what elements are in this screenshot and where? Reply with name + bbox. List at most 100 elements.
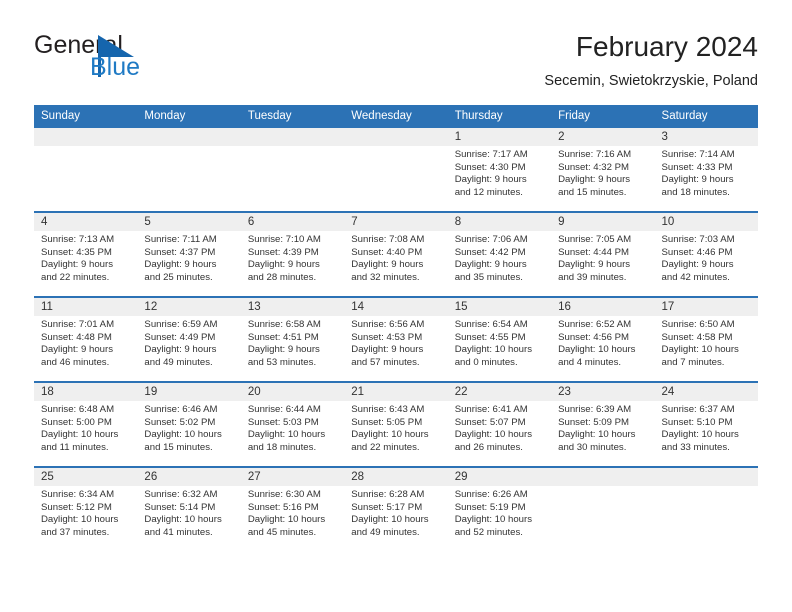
- calendar-day-cell[interactable]: 28 Sunrise: 6:28 AM Sunset: 5:17 PM Dayligh…: [344, 466, 448, 551]
- day-cell-inner: [344, 128, 448, 211]
- calendar-table: Sunday Monday Tuesday Wednesday Thursday Frid…: [34, 105, 758, 551]
- day-info-line: Daylight: 9 hours: [351, 259, 424, 271]
- calendar-day-cell[interactable]: 11 Sunrise: 7:01 AM Sunset: 4:48 PM Dayligh…: [34, 296, 138, 382]
- calendar-day-cell[interactable]: 13 Sunrise: 6:58 AM Sunset: 4:51 PM Dayligh…: [240, 296, 345, 382]
- calendar-week-row: 11 Sunrise: 7:01 AM Sunset: 4:48 PM Dayligh…: [34, 296, 758, 382]
- calendar-day-cell[interactable]: 3 Sunrise: 7:14 AM Sunset: 4:33 PM Daylight…: [654, 128, 758, 212]
- day-info-line: Sunrise: 7:01 AM: [41, 319, 115, 330]
- day-cell-inner: [137, 128, 241, 211]
- calendar-day-cell-empty: [344, 128, 448, 212]
- day-info-line: Sunset: 5:19 PM: [454, 501, 526, 513]
- day-info-line: and 42 minutes.: [661, 271, 730, 283]
- calendar-week-row: 25 Sunrise: 6:34 AM Sunset: 5:12 PM Dayligh…: [34, 466, 758, 551]
- day-number: 27: [240, 468, 345, 486]
- calendar-day-cell[interactable]: 22 Sunrise: 6:41 AM Sunset: 5:07 PM Dayligh…: [447, 381, 552, 467]
- calendar-day-cell[interactable]: 23 Sunrise: 6:39 AM Sunset: 5:09 PM Dayligh…: [551, 381, 655, 467]
- day-info-line: and 37 minutes.: [41, 526, 110, 538]
- calendar-day-cell[interactable]: 29 Sunrise: 6:26 AM Sunset: 5:19 PM Dayligh…: [447, 466, 552, 551]
- calendar-page: General Blue February 2024 Secemin, Swie…: [0, 0, 792, 612]
- calendar-day-cell[interactable]: 8 Sunrise: 7:06 AM Sunset: 4:42 PM Daylight…: [447, 211, 552, 297]
- calendar-day-cell[interactable]: 15 Sunrise: 6:54 AM Sunset: 4:55 PM Dayligh…: [447, 296, 552, 382]
- calendar-day-cell[interactable]: 4 Sunrise: 7:13 AM Sunset: 4:35 PM Daylight…: [34, 211, 138, 297]
- calendar-day-cell-empty: [240, 128, 345, 212]
- day-sun-info: Sunrise: 6:43 AM Sunset: 5:05 PM Daylight:…: [344, 401, 447, 454]
- day-sun-info: [655, 486, 758, 489]
- calendar-day-cell[interactable]: 7 Sunrise: 7:08 AM Sunset: 4:40 PM Daylight…: [344, 211, 448, 297]
- day-number: 18: [34, 383, 138, 401]
- calendar-day-cell[interactable]: 12 Sunrise: 6:59 AM Sunset: 4:49 PM Dayligh…: [137, 296, 241, 382]
- day-number: [240, 128, 345, 146]
- calendar-day-cell[interactable]: 5 Sunrise: 7:11 AM Sunset: 4:37 PM Daylight…: [137, 211, 241, 297]
- day-cell-inner: 28 Sunrise: 6:28 AM Sunset: 5:17 PM Dayligh…: [344, 468, 448, 551]
- calendar-day-cell[interactable]: 10 Sunrise: 7:03 AM Sunset: 4:46 PM Dayligh…: [654, 211, 758, 297]
- calendar-day-cell[interactable]: 9 Sunrise: 7:05 AM Sunset: 4:44 PM Daylight…: [551, 211, 655, 297]
- day-info-line: Sunrise: 6:58 AM: [247, 319, 321, 330]
- day-sun-info: Sunrise: 6:34 AM Sunset: 5:12 PM Daylight:…: [34, 486, 137, 539]
- calendar-week-row: 18 Sunrise: 6:48 AM Sunset: 5:00 PM Dayligh…: [34, 381, 758, 467]
- day-info-line: Daylight: 10 hours: [454, 344, 533, 356]
- weekday-header-wednesday: Wednesday: [344, 105, 448, 128]
- calendar-day-cell[interactable]: 16 Sunrise: 6:52 AM Sunset: 4:56 PM Dayligh…: [551, 296, 655, 382]
- day-info-line: Sunrise: 6:54 AM: [454, 319, 528, 330]
- day-info-line: and 53 minutes.: [247, 356, 317, 368]
- day-number: 28: [344, 468, 448, 486]
- day-info-line: and 4 minutes.: [558, 356, 622, 368]
- day-cell-inner: 15 Sunrise: 6:54 AM Sunset: 4:55 PM Dayligh…: [447, 298, 552, 381]
- day-info-line: Sunrise: 6:32 AM: [144, 489, 218, 500]
- day-number: 6: [240, 213, 345, 231]
- day-sun-info: Sunrise: 7:13 AM Sunset: 4:35 PM Daylight:…: [34, 231, 137, 284]
- day-sun-info: Sunrise: 6:26 AM Sunset: 5:19 PM Daylight:…: [448, 486, 551, 539]
- brand-logo: General Blue: [34, 30, 264, 92]
- day-info-line: Sunset: 5:00 PM: [41, 416, 112, 428]
- calendar-day-cell[interactable]: 20 Sunrise: 6:44 AM Sunset: 5:03 PM Dayligh…: [240, 381, 345, 467]
- day-info-line: and 22 minutes.: [41, 271, 110, 283]
- day-info-line: and 7 minutes.: [661, 356, 725, 368]
- calendar-day-cell[interactable]: 19 Sunrise: 6:46 AM Sunset: 5:02 PM Dayligh…: [137, 381, 241, 467]
- calendar-day-cell[interactable]: 21 Sunrise: 6:43 AM Sunset: 5:05 PM Dayligh…: [344, 381, 448, 467]
- calendar-day-cell[interactable]: 17 Sunrise: 6:50 AM Sunset: 4:58 PM Dayligh…: [654, 296, 758, 382]
- calendar-day-cell[interactable]: 1 Sunrise: 7:17 AM Sunset: 4:30 PM Daylight…: [447, 128, 552, 212]
- day-info-line: Sunset: 4:46 PM: [661, 246, 733, 258]
- calendar-day-cell[interactable]: 18 Sunrise: 6:48 AM Sunset: 5:00 PM Dayligh…: [34, 381, 138, 467]
- calendar-day-cell[interactable]: 27 Sunrise: 6:30 AM Sunset: 5:16 PM Dayligh…: [240, 466, 345, 551]
- day-cell-inner: 9 Sunrise: 7:05 AM Sunset: 4:44 PM Daylight…: [551, 213, 655, 296]
- day-info-line: Sunset: 5:02 PM: [144, 416, 216, 428]
- day-cell-inner: 5 Sunrise: 7:11 AM Sunset: 4:37 PM Daylight…: [137, 213, 241, 296]
- brand-name-blue: Blue: [90, 53, 141, 81]
- day-sun-info: Sunrise: 6:37 AM Sunset: 5:10 PM Daylight:…: [655, 401, 758, 454]
- day-info-line: and 18 minutes.: [661, 186, 730, 198]
- day-info-line: Sunset: 4:40 PM: [351, 246, 423, 258]
- day-info-line: Daylight: 9 hours: [558, 259, 631, 271]
- day-info-line: Daylight: 9 hours: [351, 344, 424, 356]
- day-number: 1: [447, 128, 552, 146]
- day-info-line: Sunrise: 7:06 AM: [454, 234, 528, 245]
- day-info-line: Sunrise: 6:52 AM: [558, 319, 632, 330]
- day-info-line: and 32 minutes.: [351, 271, 420, 283]
- day-sun-info: Sunrise: 6:30 AM Sunset: 5:16 PM Daylight:…: [241, 486, 344, 539]
- day-number: 22: [447, 383, 552, 401]
- day-cell-inner: 6 Sunrise: 7:10 AM Sunset: 4:39 PM Daylight…: [240, 213, 345, 296]
- day-sun-info: [551, 486, 654, 489]
- day-sun-info: Sunrise: 7:14 AM Sunset: 4:33 PM Daylight:…: [655, 146, 758, 199]
- day-info-line: Sunset: 5:16 PM: [247, 501, 319, 513]
- day-cell-inner: 7 Sunrise: 7:08 AM Sunset: 4:40 PM Daylight…: [344, 213, 448, 296]
- day-info-line: Sunset: 5:10 PM: [661, 416, 733, 428]
- day-info-line: Sunrise: 6:28 AM: [351, 489, 425, 500]
- day-cell-inner: 2 Sunrise: 7:16 AM Sunset: 4:32 PM Daylight…: [551, 128, 655, 211]
- day-number: 9: [551, 213, 655, 231]
- calendar-day-cell[interactable]: 24 Sunrise: 6:37 AM Sunset: 5:10 PM Dayligh…: [654, 381, 758, 467]
- day-number: 11: [34, 298, 138, 316]
- day-number: [551, 468, 655, 486]
- day-sun-info: [241, 146, 344, 149]
- calendar-day-cell[interactable]: 6 Sunrise: 7:10 AM Sunset: 4:39 PM Daylight…: [240, 211, 345, 297]
- calendar-day-cell[interactable]: 2 Sunrise: 7:16 AM Sunset: 4:32 PM Daylight…: [551, 128, 655, 212]
- day-info-line: Sunrise: 7:05 AM: [558, 234, 632, 245]
- calendar-day-cell[interactable]: 26 Sunrise: 6:32 AM Sunset: 5:14 PM Dayligh…: [137, 466, 241, 551]
- day-info-line: Daylight: 9 hours: [247, 259, 320, 271]
- calendar-header-row: Sunday Monday Tuesday Wednesday Thursday Frid…: [34, 105, 758, 128]
- weekday-header-sunday: Sunday: [34, 105, 138, 128]
- day-info-line: Sunset: 4:48 PM: [41, 331, 112, 343]
- calendar-day-cell[interactable]: 14 Sunrise: 6:56 AM Sunset: 4:53 PM Dayligh…: [344, 296, 448, 382]
- day-info-line: Sunrise: 7:13 AM: [41, 234, 115, 245]
- calendar-day-cell[interactable]: 25 Sunrise: 6:34 AM Sunset: 5:12 PM Dayligh…: [34, 466, 138, 551]
